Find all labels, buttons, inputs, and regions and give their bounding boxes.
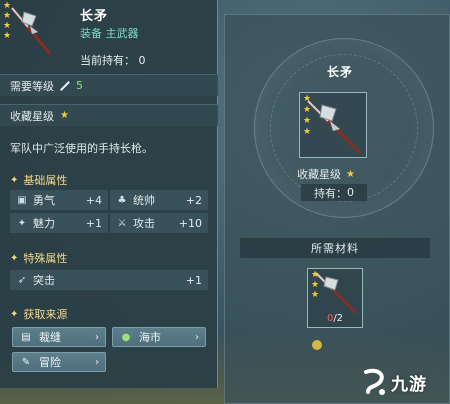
level-value: 5: [76, 79, 83, 92]
craft-item-name: 长矛: [326, 65, 353, 79]
star-icon: ★: [311, 270, 320, 280]
charge-icon: ➶: [17, 274, 27, 286]
item-header: ★ ★ ★ ★ 长矛 装备 主武器 当前持有： 0: [0, 0, 218, 72]
item-type: 装备 主武器: [80, 27, 139, 40]
star-icon: ★: [3, 21, 12, 31]
attr-charm: ✦ 魅力 +1: [10, 213, 108, 233]
materials-header: 所需材料: [240, 238, 430, 258]
attack-icon: ⚔: [117, 217, 127, 229]
attr-command: ♣ 统帅 +2: [110, 190, 208, 210]
special-attributes-title: ✦ 特殊属性: [10, 252, 68, 265]
chevron-right-icon: ›: [95, 331, 99, 343]
basic-attributes-title: ✦ 基础属性: [10, 174, 68, 187]
chevron-right-icon: ›: [195, 331, 199, 343]
owned-count: 当前持有： 0: [80, 52, 146, 68]
star-icon: ★: [311, 290, 320, 300]
item-detail-panel: ★ ★ ★ ★ 长矛 装备 主武器 当前持有： 0 需要等级 5 收藏星级 ★ …: [0, 0, 218, 388]
star-icon: ★: [60, 110, 69, 121]
rarity-stars: ★ ★ ★ ★: [303, 95, 311, 137]
star-icon: ★: [303, 105, 312, 115]
star-icon: ★: [3, 11, 12, 21]
source-market-button[interactable]: ● 海市 ›: [112, 327, 206, 347]
craft-item-thumbnail[interactable]: ★ ★ ★ ★: [299, 92, 367, 158]
market-icon: ●: [121, 331, 131, 343]
collection-label: 收藏星级: [10, 109, 54, 123]
coin-icon: [312, 340, 322, 350]
charm-icon: ✦: [17, 217, 27, 229]
chevron-right-icon: ›: [95, 356, 99, 368]
rarity-stars: ★ ★ ★: [311, 271, 319, 300]
star-icon: ★: [3, 31, 12, 41]
adventure-icon: ✎: [21, 356, 31, 368]
courage-icon: ▣: [17, 194, 27, 206]
attr-charge: ➶ 突击 +1: [10, 270, 208, 290]
owned-label: 当前持有：: [80, 54, 135, 67]
watermark-text: 九游: [391, 374, 427, 395]
watermark-logo-icon: [362, 368, 388, 396]
rarity-stars: ★ ★ ★ ★: [3, 2, 11, 41]
material-count: 0/2: [326, 313, 344, 324]
sources-title: ✦ 获取来源: [10, 308, 68, 321]
command-icon: ♣: [117, 194, 127, 206]
attr-attack: ⚔ 攻击 +10: [110, 213, 208, 233]
owned-value: 0: [138, 54, 146, 67]
item-name: 长矛: [80, 9, 109, 24]
craft-collection-rank: 收藏星级 ★: [297, 168, 355, 181]
collection-rank-row: 收藏星级 ★: [0, 104, 218, 126]
sparkle-icon: ✦: [10, 174, 19, 186]
pencil-icon: [60, 81, 70, 91]
source-adventure-button[interactable]: ✎ 冒险 ›: [12, 352, 106, 372]
star-icon: ★: [346, 168, 355, 180]
sparkle-icon: ✦: [10, 308, 19, 320]
material-slot[interactable]: ★ ★ ★ 0/2: [307, 268, 363, 328]
item-thumbnail: ★ ★ ★ ★: [2, 2, 54, 57]
craft-owned-count: 持有： 0: [301, 184, 367, 201]
star-icon: ★: [303, 116, 312, 126]
item-description: 军队中广泛使用的手持长枪。: [10, 142, 153, 155]
star-icon: ★: [311, 280, 320, 290]
watermark: 九游: [362, 368, 427, 396]
level-label: 需要等级: [10, 79, 54, 93]
tailor-icon: ▤: [21, 331, 31, 343]
attr-courage: ▣ 勇气 +4: [10, 190, 108, 210]
level-requirement-row: 需要等级 5: [0, 74, 218, 96]
source-tailor-button[interactable]: ▤ 裁缝 ›: [12, 327, 106, 347]
star-icon: ★: [303, 94, 312, 104]
sparkle-icon: ✦: [10, 252, 19, 264]
star-icon: ★: [3, 1, 12, 11]
star-icon: ★: [303, 127, 312, 137]
